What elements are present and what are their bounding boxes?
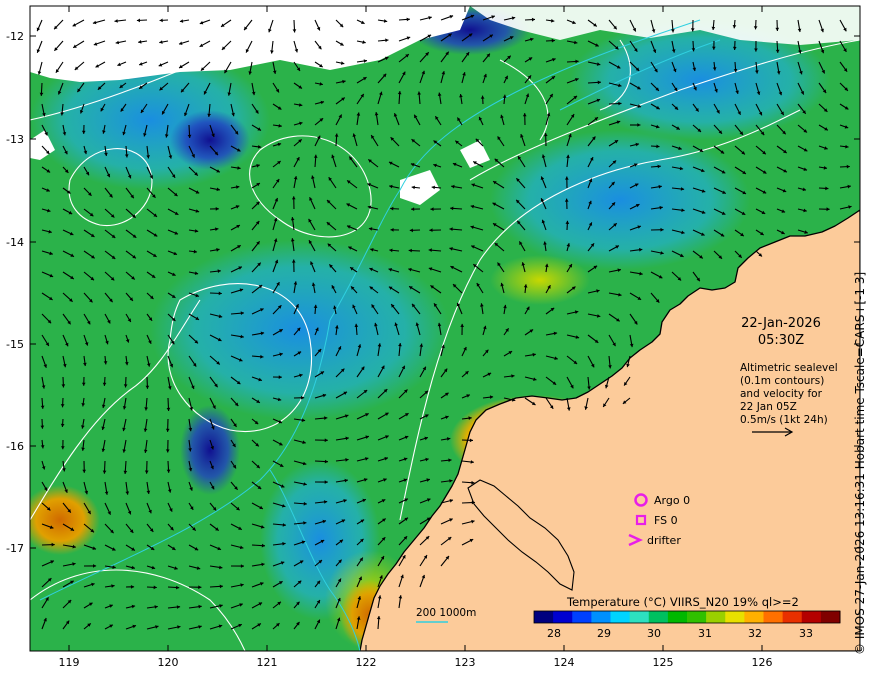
colorbar-swatch [763,611,784,623]
legend-argo-label: Argo 0 [654,494,690,507]
lon-tick-label: 121 [257,656,278,669]
colorbar-tick: 29 [597,627,611,640]
colorbar-swatch [553,611,573,623]
colorbar-swatch [744,611,765,623]
lon-tick-label: 125 [653,656,674,669]
legend-drifter-label: drifter [647,534,681,547]
lat-tick-label: -17 [6,542,24,555]
altimetry-line: 22 Jan 05Z [740,401,797,413]
colorbar-swatch [572,611,592,623]
colorbar-swatch [687,611,707,623]
colorbar-swatch [706,611,726,623]
colorbar-swatch [801,611,822,623]
legend-fs-label: FS 0 [654,514,678,527]
lon-tick-label: 123 [455,656,476,669]
colorbar-swatch [591,611,612,623]
lon-tick-label: 124 [554,656,575,669]
colorbar-swatch [782,611,803,623]
lat-tick-label: -13 [6,133,24,146]
colorbar-tick: 32 [748,627,762,640]
colorbar-title: Temperature (°C) VIIRS_N20 19% ql>=2 [566,595,799,609]
map-time: 05:30Z [758,333,804,348]
colorbar-swatch [667,611,688,623]
lat-tick-label: -15 [6,338,24,351]
lon-tick-label: 126 [752,656,773,669]
lon-axis: 119 120 121 122 123 124 125 126 [59,656,773,669]
lon-tick-label: 120 [158,656,179,669]
colorbar-swatch [820,611,841,623]
colorbar-swatch [725,611,745,623]
lat-tick-label: -12 [6,30,24,43]
colorbar-tick: 28 [547,627,561,640]
altimetry-line: 0.5m/s (1kt 24h) [740,414,828,426]
colorbar-swatch [534,611,554,623]
lat-axis: -12 -13 -14 -15 -16 -17 [6,30,24,555]
colorbar-swatch [629,611,650,623]
colorbar-swatch [610,611,631,623]
sst-map: -12 -13 -14 -15 -16 -17 119 120 121 122 … [6,5,861,669]
bathymetry-label: 200 1000m [416,607,476,619]
colorbar-swatch [648,611,669,623]
lon-tick-label: 122 [356,656,377,669]
lat-tick-label: -14 [6,236,24,249]
altimetry-line: and velocity for [740,388,823,400]
lat-tick-label: -16 [6,440,24,453]
altimetry-line: (0.1m contours) [740,375,824,387]
lon-tick-label: 119 [59,656,80,669]
altimetry-line: Altimetric sealevel [740,362,838,374]
colorbar-tick: 30 [647,627,661,640]
map-date: 22-Jan-2026 [741,316,821,331]
colorbar-tick: 33 [799,627,813,640]
credit-text: © IMOS 27-Jan-2026 13:16:31 Hobart time … [853,271,867,655]
colorbar-tick: 31 [698,627,712,640]
